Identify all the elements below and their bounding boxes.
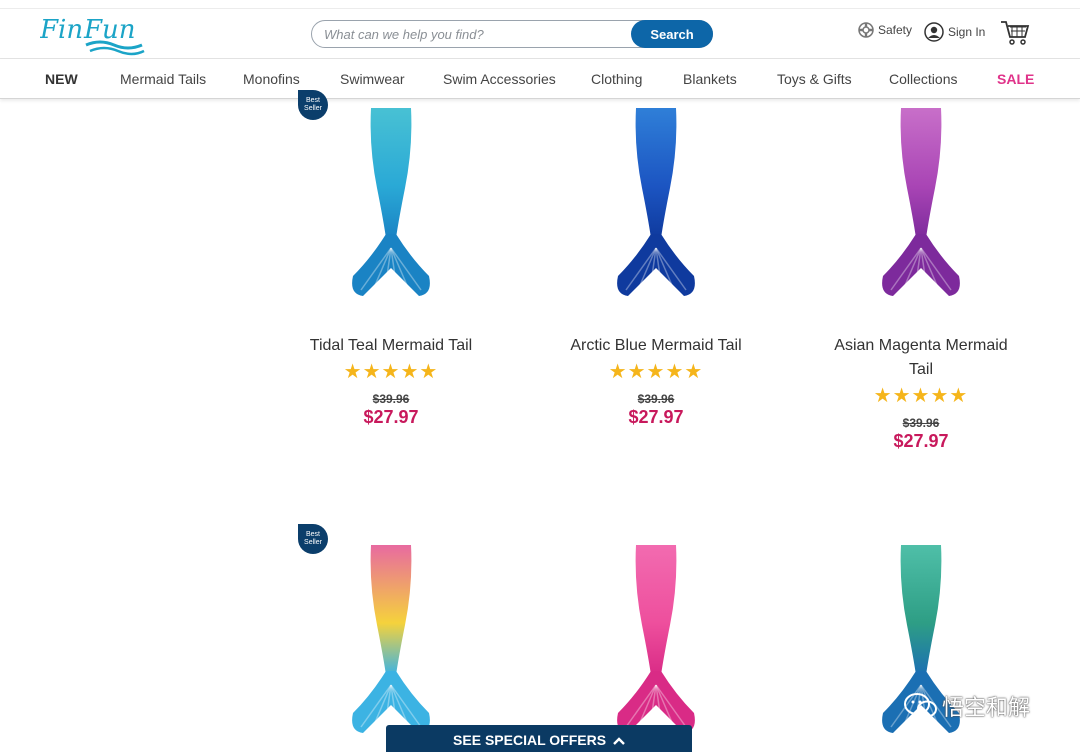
nav-item-toys-gifts[interactable]: Toys & Gifts bbox=[777, 71, 852, 87]
product-card[interactable] bbox=[271, 545, 511, 737]
nav-item-sale[interactable]: SALE bbox=[997, 71, 1034, 87]
product-card[interactable]: Arctic Blue Mermaid Tail ★★★★★ $39.96 $2… bbox=[536, 108, 776, 428]
product-name[interactable]: Tidal Teal Mermaid Tail bbox=[271, 334, 511, 358]
nav-item-swim-accessories[interactable]: Swim Accessories bbox=[443, 71, 556, 87]
svg-text:Fun: Fun bbox=[83, 15, 136, 45]
nav-item-monofins[interactable]: Monofins bbox=[243, 71, 300, 87]
product-name[interactable]: Arctic Blue Mermaid Tail bbox=[536, 334, 776, 358]
best-seller-badge: Best Seller bbox=[298, 524, 328, 554]
special-offers-label: SEE SPECIAL OFFERS bbox=[453, 732, 607, 748]
user-icon bbox=[924, 22, 944, 42]
sale-price: $27.97 bbox=[893, 431, 949, 451]
product-image[interactable] bbox=[341, 545, 441, 737]
nav-item-mermaid-tails[interactable]: Mermaid Tails bbox=[120, 71, 206, 87]
site-header: Fin Fun Search Safety Sign In bbox=[0, 9, 1080, 59]
safety-label: Safety bbox=[878, 23, 913, 37]
tail-body bbox=[370, 108, 412, 238]
product-image[interactable] bbox=[606, 545, 706, 737]
rating-stars: ★★★★★ bbox=[343, 361, 439, 383]
tail-body bbox=[635, 108, 677, 238]
main-nav: NEW Mermaid Tails Monofins Swimwear Swim… bbox=[0, 59, 1080, 99]
top-strip bbox=[0, 0, 1080, 9]
finfun-logo[interactable]: Fin Fun bbox=[40, 12, 150, 56]
cart-icon[interactable] bbox=[1000, 19, 1030, 47]
product-image[interactable] bbox=[871, 108, 971, 300]
nav-item-swimwear[interactable]: Swimwear bbox=[340, 71, 405, 87]
svg-text:Fin: Fin bbox=[40, 15, 83, 45]
product-name[interactable]: Asian Magenta Mermaid Tail bbox=[826, 334, 1016, 382]
tail-body bbox=[900, 108, 942, 238]
rating-stars: ★★★★★ bbox=[873, 385, 969, 407]
watermark: 悟空和解 bbox=[904, 690, 1030, 722]
chat-bubble-icon bbox=[904, 693, 937, 718]
nav-item-new[interactable]: NEW bbox=[45, 71, 78, 87]
special-offers-button[interactable]: SEE SPECIAL OFFERS bbox=[386, 725, 692, 752]
search-button[interactable]: Search bbox=[631, 20, 713, 48]
nav-item-collections[interactable]: Collections bbox=[889, 71, 957, 87]
product-card[interactable] bbox=[536, 545, 776, 737]
product-card[interactable]: Tidal Teal Mermaid Tail ★★★★★ $39.96 $27… bbox=[271, 108, 511, 428]
sign-in-link[interactable]: Sign In bbox=[924, 22, 985, 42]
original-price: $39.96 bbox=[372, 392, 410, 406]
sale-price: $27.97 bbox=[363, 407, 419, 427]
nav-item-clothing[interactable]: Clothing bbox=[591, 71, 642, 87]
nav-item-blankets[interactable]: Blankets bbox=[683, 71, 737, 87]
sale-price: $27.97 bbox=[628, 407, 684, 427]
search-input[interactable] bbox=[324, 25, 624, 43]
original-price: $39.96 bbox=[902, 416, 940, 430]
tail-body bbox=[635, 545, 677, 675]
tail-body bbox=[900, 545, 942, 675]
original-price: $39.96 bbox=[637, 392, 675, 406]
product-card[interactable]: Asian Magenta Mermaid Tail ★★★★★ $39.96 … bbox=[801, 108, 1041, 452]
product-image[interactable] bbox=[341, 108, 441, 300]
safety-link[interactable]: Safety bbox=[858, 22, 912, 38]
tail-body bbox=[370, 545, 412, 675]
best-seller-badge: Best Seller bbox=[298, 90, 328, 120]
watermark-text: 悟空和解 bbox=[942, 696, 1031, 721]
lifebuoy-icon bbox=[858, 22, 874, 38]
rating-stars: ★★★★★ bbox=[608, 361, 704, 383]
product-image[interactable] bbox=[606, 108, 706, 300]
chevron-up-icon bbox=[613, 737, 625, 746]
search-bar: Search bbox=[311, 20, 713, 48]
sign-in-label: Sign In bbox=[948, 25, 986, 39]
